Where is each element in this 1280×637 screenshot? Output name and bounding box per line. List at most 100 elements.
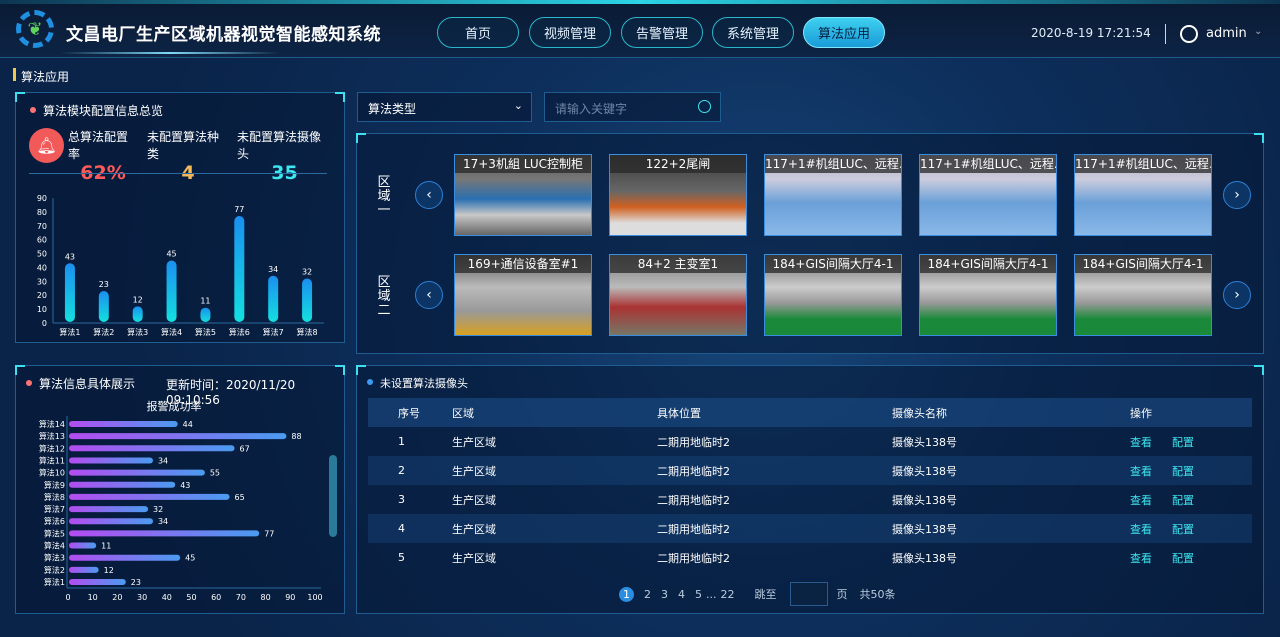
total-count: 共50条 bbox=[859, 588, 896, 601]
algorithm-type-select[interactable]: 算法类型 ⌄ bbox=[357, 92, 532, 122]
cell-index: 3 bbox=[398, 493, 405, 506]
camera-thumbnail[interactable]: 84+2 主变室1 bbox=[609, 254, 747, 336]
camera-thumbnail[interactable]: 117+1#机组LUC、远程... bbox=[1074, 154, 1212, 236]
table-header: 序号 区域 具体位置 摄像头名称 操作 bbox=[368, 398, 1252, 427]
x-tick-label: 算法1 bbox=[59, 327, 80, 337]
y-tick-label: 算法1 bbox=[44, 577, 65, 587]
data-label: 67 bbox=[239, 444, 249, 453]
bar bbox=[69, 530, 260, 537]
configure-link[interactable]: 配置 bbox=[1172, 552, 1194, 565]
divider bbox=[1165, 24, 1166, 44]
camera-name: 17+3机組 LUC控制柜 bbox=[455, 155, 591, 173]
pagination: 1 2 3 4 5... 22 跳至 页 共50条 bbox=[619, 582, 896, 606]
x-tick-label: 70 bbox=[236, 593, 246, 602]
view-link[interactable]: 查看 bbox=[1130, 494, 1152, 507]
prev-arrow-icon[interactable]: ‹ bbox=[415, 281, 443, 309]
data-label: 77 bbox=[264, 529, 274, 538]
bar bbox=[69, 566, 99, 573]
cell-location: 二期用地临时2 bbox=[657, 522, 730, 536]
page-22[interactable]: 22 bbox=[721, 588, 735, 601]
view-link[interactable]: 查看 bbox=[1130, 523, 1152, 536]
next-arrow-icon[interactable]: › bbox=[1223, 281, 1251, 309]
x-tick-label: 90 bbox=[285, 593, 295, 602]
data-label: 34 bbox=[158, 517, 168, 526]
table-title: 未设置算法摄像头 bbox=[380, 377, 468, 390]
camera-thumbnail[interactable]: 184+GIS间隔大厅4-1 bbox=[1074, 254, 1212, 336]
overview-panel: 算法模块配置信息总览 🔔︎ 总算法配置率 62% 未配置算法种类 4 未配置算法… bbox=[15, 92, 345, 343]
nav-home[interactable]: 首页 bbox=[437, 17, 519, 48]
x-tick-label: 算法7 bbox=[263, 327, 284, 337]
scrollbar[interactable] bbox=[329, 455, 337, 537]
next-arrow-icon[interactable]: › bbox=[1223, 181, 1251, 209]
algorithm-bar-chart: 0 10 20 30 40 50 60 70 80 90 43 算法1 23 算法2 12 算法3 45 算法4 1… bbox=[37, 194, 324, 337]
data-label: 43 bbox=[65, 252, 75, 261]
view-link[interactable]: 查看 bbox=[1130, 552, 1152, 565]
camera-thumbnail[interactable]: 122+2尾闸 bbox=[609, 154, 747, 236]
y-tick-label: 10 bbox=[37, 305, 47, 314]
page-4[interactable]: 4 bbox=[678, 588, 685, 601]
nav-alarm-management[interactable]: 告警管理 bbox=[621, 17, 703, 48]
search-icon[interactable] bbox=[698, 100, 711, 113]
camera-name: 184+GIS间隔大厅4-1 bbox=[1075, 255, 1211, 273]
bar bbox=[234, 216, 245, 322]
cell-location: 二期用地临时2 bbox=[657, 551, 730, 565]
nav-algorithm-application[interactable]: 算法应用 bbox=[803, 17, 885, 48]
user-avatar-icon[interactable] bbox=[1180, 25, 1198, 43]
x-tick-label: 50 bbox=[186, 593, 196, 602]
page-1[interactable]: 1 bbox=[619, 586, 634, 602]
data-label: 12 bbox=[104, 566, 114, 575]
bar bbox=[69, 481, 176, 488]
bar bbox=[69, 469, 205, 476]
y-tick-label: 算法6 bbox=[44, 516, 65, 526]
configure-link[interactable]: 配置 bbox=[1172, 436, 1194, 449]
x-tick-label: 算法8 bbox=[297, 327, 318, 337]
cell-camera-name: 摄像头138号 bbox=[892, 493, 957, 507]
y-tick-label: 40 bbox=[37, 263, 47, 272]
jump-page-input[interactable] bbox=[789, 582, 828, 606]
col-header: 序号 bbox=[398, 406, 420, 420]
page-5[interactable]: 5 bbox=[695, 588, 702, 601]
cell-camera-name: 摄像头138号 bbox=[892, 464, 957, 478]
bar bbox=[69, 554, 181, 561]
prev-arrow-icon[interactable]: ‹ bbox=[415, 181, 443, 209]
configure-link[interactable]: 配置 bbox=[1172, 523, 1194, 536]
region-label: 区域一 bbox=[377, 175, 391, 218]
page-3[interactable]: 3 bbox=[661, 588, 668, 601]
data-label: 11 bbox=[101, 542, 111, 551]
keyword-search-input[interactable]: 请输入关键字 bbox=[544, 92, 721, 122]
configure-link[interactable]: 配置 bbox=[1172, 465, 1194, 478]
camera-panel: 区域一 ‹ › 17+3机組 LUC控制柜 122+2尾闸 117+1#机组LUC、远… bbox=[356, 133, 1264, 354]
bar bbox=[98, 291, 109, 322]
view-link[interactable]: 查看 bbox=[1130, 436, 1152, 449]
nav-system-management[interactable]: 系统管理 bbox=[712, 17, 794, 48]
data-label: 34 bbox=[158, 456, 168, 465]
unconfigured-cameras-panel: 未设置算法摄像头 序号 区域 具体位置 摄像头名称 操作 1 生产区域 二期用地… bbox=[356, 365, 1264, 614]
select-value: 算法类型 bbox=[368, 102, 417, 116]
y-tick-label: 80 bbox=[37, 208, 47, 217]
cell-location: 二期用地临时2 bbox=[657, 464, 730, 478]
bar bbox=[64, 263, 75, 322]
bar bbox=[69, 506, 149, 513]
camera-thumbnail[interactable]: 17+3机組 LUC控制柜 bbox=[454, 154, 592, 236]
y-tick-label: 90 bbox=[37, 194, 47, 203]
cell-region: 生产区域 bbox=[452, 435, 496, 449]
camera-thumbnail[interactable]: 184+GIS间隔大厅4-1 bbox=[764, 254, 902, 336]
chevron-down-icon[interactable]: ⌄ bbox=[1254, 26, 1262, 37]
camera-thumbnail[interactable]: 184+GIS间隔大厅4-1 bbox=[919, 254, 1057, 336]
configure-link[interactable]: 配置 bbox=[1172, 494, 1194, 507]
title-underline bbox=[60, 52, 280, 54]
page-2[interactable]: 2 bbox=[644, 588, 651, 601]
camera-thumbnail[interactable]: 117+1#机组LUC、远程... bbox=[919, 154, 1057, 236]
data-label: 11 bbox=[200, 297, 210, 306]
header: ❦ 文昌电厂生产区域机器视觉智能感知系统 首页 视频管理 告警管理 系统管理 算… bbox=[0, 0, 1280, 58]
bar bbox=[268, 275, 279, 322]
y-tick-label: 算法10 bbox=[39, 468, 65, 478]
nav-video-management[interactable]: 视频管理 bbox=[529, 17, 611, 48]
camera-thumbnail[interactable]: 117+1#机组LUC、远程... bbox=[764, 154, 902, 236]
username[interactable]: admin bbox=[1206, 26, 1247, 41]
camera-thumbnail[interactable]: 169+通信设备室#1 bbox=[454, 254, 592, 336]
chart-title: 报警成功率 bbox=[147, 399, 202, 413]
bar bbox=[302, 278, 313, 322]
view-link[interactable]: 查看 bbox=[1130, 465, 1152, 478]
col-header: 具体位置 bbox=[657, 406, 701, 420]
